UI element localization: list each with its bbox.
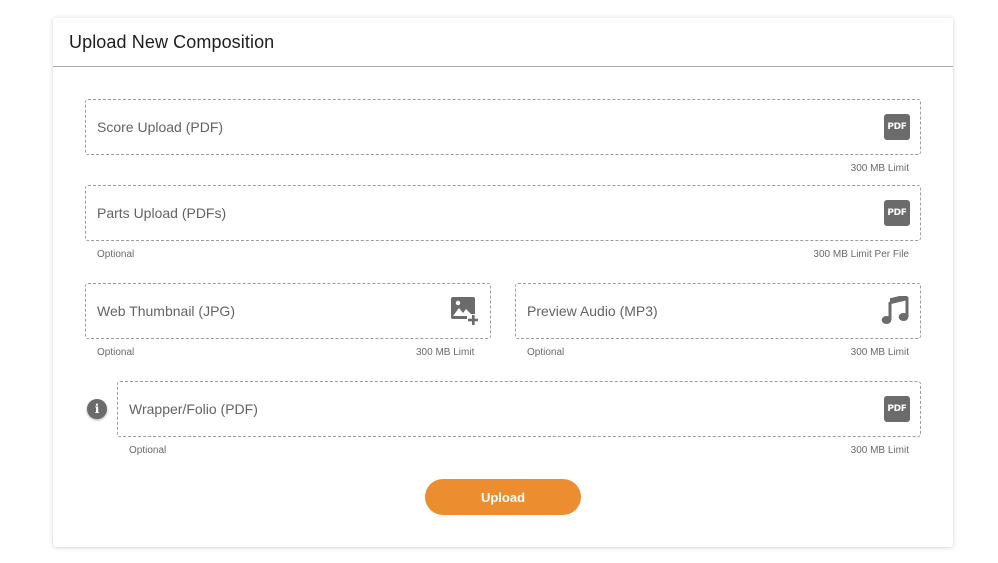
page-title: Upload New Composition [69, 31, 275, 52]
upload-button[interactable]: Upload [425, 479, 581, 515]
card-header: Upload New Composition [53, 18, 953, 67]
music-note-icon [880, 296, 910, 326]
wrapper-folio-limit: 300 MB Limit [850, 445, 909, 456]
parts-upload-label: Parts Upload (PDFs) [97, 205, 227, 221]
add-image-icon [450, 296, 480, 326]
preview-audio-limit: 300 MB Limit [850, 347, 909, 358]
pdf-icon: PDF [884, 114, 910, 140]
parts-upload-limit: 300 MB Limit Per File [813, 249, 909, 260]
wrapper-folio-label: Wrapper/Folio (PDF) [129, 401, 258, 417]
score-upload-label: Score Upload (PDF) [97, 119, 224, 135]
pdf-icon: PDF [884, 200, 910, 226]
web-thumbnail-label: Web Thumbnail (JPG) [97, 303, 235, 319]
web-thumbnail-optional: Optional [97, 347, 135, 358]
wrapper-folio-optional: Optional [129, 445, 167, 456]
web-thumbnail-dropzone[interactable]: Web Thumbnail (JPG) [85, 283, 491, 339]
preview-audio-dropzone[interactable]: Preview Audio (MP3) [515, 283, 921, 339]
parts-upload-optional: Optional [97, 249, 135, 260]
score-upload-limit: 300 MB Limit [850, 163, 909, 174]
pdf-icon: PDF [884, 396, 910, 422]
wrapper-folio-dropzone[interactable]: Wrapper/Folio (PDF) PDF [117, 381, 921, 437]
preview-audio-optional: Optional [527, 347, 565, 358]
web-thumbnail-limit: 300 MB Limit [416, 347, 475, 358]
info-icon[interactable]: i [87, 399, 107, 419]
preview-audio-label: Preview Audio (MP3) [527, 303, 658, 319]
upload-composition-card: Upload New Composition Score Upload (PDF… [53, 18, 953, 547]
parts-upload-dropzone[interactable]: Parts Upload (PDFs) PDF [85, 185, 921, 241]
score-upload-dropzone[interactable]: Score Upload (PDF) PDF [85, 99, 921, 155]
